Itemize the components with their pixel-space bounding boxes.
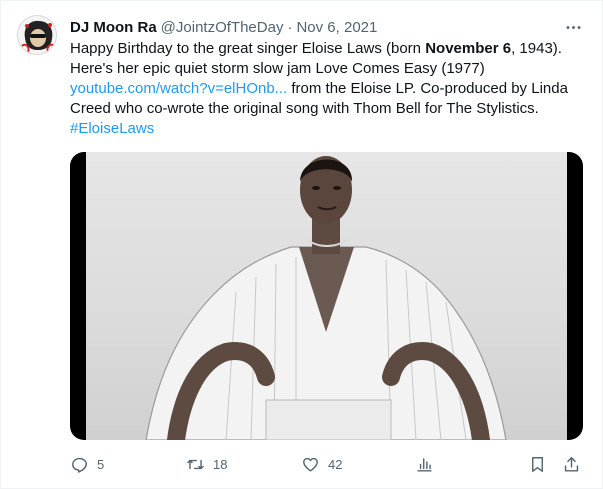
separator-dot: · bbox=[287, 18, 293, 36]
display-name[interactable]: DJ Moon Ra bbox=[70, 19, 157, 36]
like-count: 42 bbox=[328, 456, 343, 472]
tweet-text-line: Creed who co-wrote the original song wit… bbox=[70, 100, 539, 117]
tweet-text-line: Here's her epic quiet storm slow jam Lov… bbox=[70, 60, 485, 77]
more-options-button[interactable] bbox=[561, 15, 585, 39]
share-icon bbox=[564, 456, 579, 472]
tweet-actions: 5 18 42 bbox=[70, 453, 590, 475]
reply-button[interactable]: 5 bbox=[70, 453, 104, 475]
avatar-image bbox=[18, 16, 56, 54]
reply-icon bbox=[72, 457, 87, 473]
tweet-text: Happy Birthday to the great singer Elois… bbox=[70, 39, 590, 139]
tweet-date[interactable]: Nov 6, 2021 bbox=[296, 19, 377, 36]
youtube-link[interactable]: youtube.com/watch?v=elHOnb... bbox=[70, 80, 287, 97]
media-video[interactable] bbox=[70, 152, 583, 440]
retweet-count: 18 bbox=[213, 456, 228, 472]
tweet-text-line: youtube.com/watch?v=elHOnb... from the E… bbox=[70, 79, 590, 99]
bookmark-button[interactable] bbox=[528, 453, 547, 475]
tweet-text-segment: , 1943). bbox=[511, 40, 562, 57]
views-button[interactable] bbox=[415, 453, 434, 475]
tweet-card[interactable]: DJ Moon Ra @JointzOfTheDay · Nov 6, 2021… bbox=[0, 0, 603, 489]
reply-count: 5 bbox=[97, 456, 105, 472]
user-handle[interactable]: @JointzOfTheDay bbox=[161, 19, 284, 36]
heart-icon bbox=[303, 457, 318, 472]
tweet-text-line: Happy Birthday to the great singer Elois… bbox=[70, 39, 590, 59]
retweet-icon bbox=[187, 459, 204, 469]
bookmark-icon bbox=[532, 456, 543, 472]
tweet-text-segment: from the Eloise LP. Co-produced by Linda bbox=[287, 80, 568, 97]
analytics-icon bbox=[417, 457, 432, 472]
tweet-text-segment: Happy Birthday to the great singer Elois… bbox=[70, 40, 426, 57]
retweet-button[interactable]: 18 bbox=[186, 453, 227, 475]
hashtag-link[interactable]: #EloiseLaws bbox=[70, 120, 154, 137]
avatar[interactable] bbox=[17, 15, 57, 55]
tweet-text-line: #EloiseLaws bbox=[70, 119, 590, 139]
share-button[interactable] bbox=[562, 453, 581, 475]
more-horizontal-icon bbox=[566, 25, 580, 29]
media-photo bbox=[86, 152, 567, 440]
like-button[interactable]: 42 bbox=[301, 453, 342, 475]
portrait-image bbox=[145, 156, 507, 440]
tweet-text-bold: November 6 bbox=[425, 40, 512, 57]
tweet-header: DJ Moon Ra @JointzOfTheDay · Nov 6, 2021 bbox=[70, 17, 377, 37]
